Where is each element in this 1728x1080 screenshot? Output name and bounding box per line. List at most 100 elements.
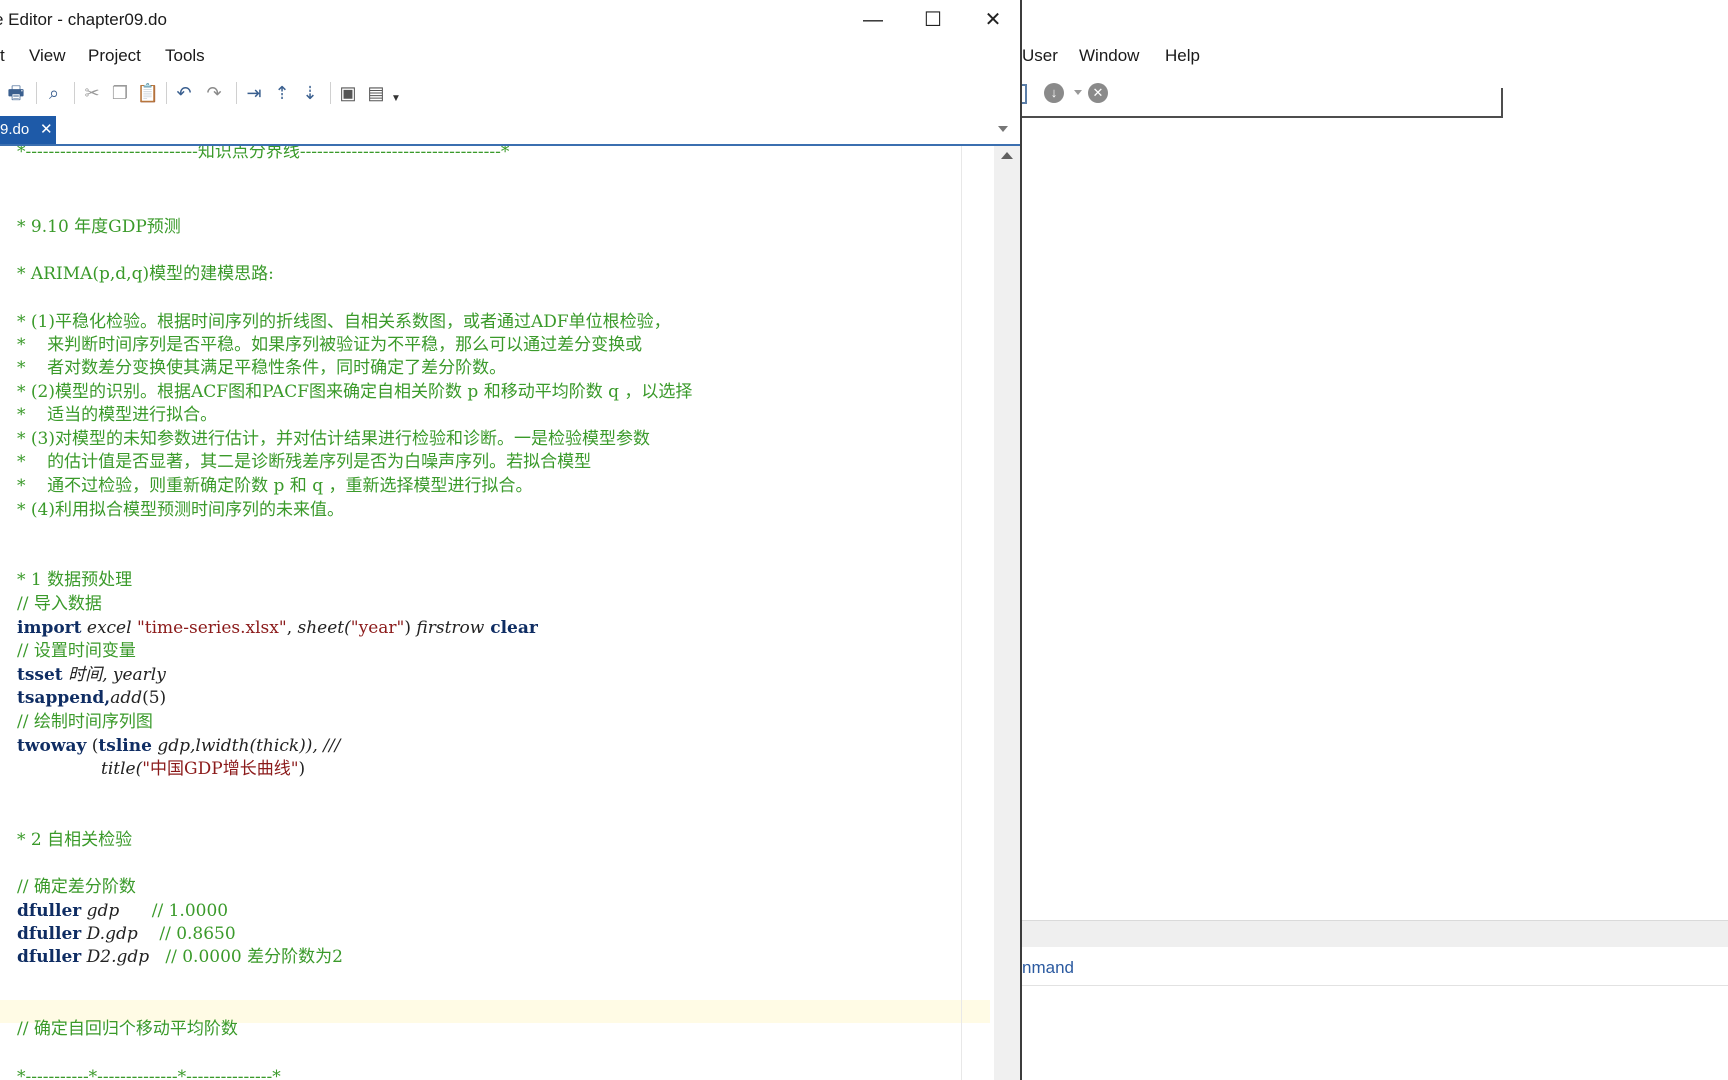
toolbar-edge (1022, 84, 1027, 104)
separator (74, 82, 75, 104)
keyword: twoway (17, 736, 87, 756)
token: add (110, 688, 143, 708)
separator (236, 82, 237, 104)
tab-bar: 9.do ✕ (0, 116, 1020, 146)
separator (36, 82, 37, 104)
code-line: * 9.10 年度GDP预测 (17, 217, 181, 237)
separator (330, 82, 331, 104)
keyword: clear (484, 618, 538, 638)
close-button[interactable]: ✕ (978, 6, 1008, 34)
comment: // 0.0000 差分阶数为2 (165, 947, 343, 967)
tab-chapter09[interactable]: 9.do ✕ (0, 116, 56, 144)
menu-view[interactable]: View (29, 46, 66, 66)
string-literal: "time-series.xlsx" (136, 618, 287, 638)
token: gdp,lwidth(thick)), /// (151, 736, 341, 756)
comment: // 1.0000 (151, 901, 229, 921)
keyword: import (17, 618, 82, 638)
code-line: * 者对数差分变换使其满足平稳性条件，同时确定了差分阶数。 (17, 358, 507, 378)
window-title: e Editor - chapter09.do (0, 10, 167, 29)
code-editor[interactable]: *------------------------------知识点分界线---… (0, 146, 990, 1080)
stata-main-window: User Window Help ↓ ✕ nmand (1022, 0, 1728, 1080)
code-line: // 确定差分阶数 (17, 877, 136, 897)
maximize-button[interactable]: ☐ (918, 6, 948, 34)
minimize-button[interactable]: — (858, 6, 888, 34)
scroll-up-icon[interactable] (1001, 152, 1013, 159)
do-file-editor-window: e Editor - chapter09.do — ☐ ✕ t View Pro… (0, 0, 1022, 1080)
paste-icon[interactable]: 📋 (136, 81, 160, 105)
move-down-icon[interactable]: ⇣ (298, 81, 322, 105)
menu-window[interactable]: Window (1079, 46, 1139, 66)
token: D2.gdp (81, 947, 166, 967)
code-line: // 确定自回归个移动平均阶数 (17, 1019, 238, 1039)
token: sheet( (297, 618, 351, 638)
code-line-dfuller: dfuller gdp // 1.0000 (17, 900, 228, 923)
code-line-dfuller: dfuller D2.gdp // 0.0000 差分阶数为2 (17, 946, 343, 969)
code-line: // 导入数据 (17, 594, 102, 614)
token: ( (86, 736, 99, 756)
string-literal: "year" (350, 618, 405, 638)
code-line: *-----------*--------------*------------… (17, 1067, 281, 1080)
keyword: tsappend, (17, 688, 111, 708)
menu-help[interactable]: Help (1165, 46, 1200, 66)
code-line-tsset: tsset 时间, yearly (17, 664, 166, 687)
preview-icon[interactable]: ▣ (336, 81, 360, 105)
cut-icon[interactable]: ✂ (80, 81, 104, 105)
separator (166, 82, 167, 104)
code-line: // 绘制时间序列图 (17, 712, 153, 732)
menu-project[interactable]: Project (88, 46, 141, 66)
divider (1022, 116, 1502, 118)
code-line: *------------------------------知识点分界线---… (17, 146, 510, 162)
results-panel-bar (1022, 920, 1728, 947)
code-line-twoway: twoway (tsline gdp,lwidth(thick)), /// (17, 735, 340, 758)
copy-icon[interactable]: ❐ (108, 81, 132, 105)
shift-right-icon[interactable]: ⇥ (242, 81, 266, 105)
keyword: tsline (98, 736, 152, 756)
code-line: * (3)对模型的未知参数进行估计，并对估计结果进行检验和诊断。一是检验模型参数 (17, 429, 650, 449)
vertical-scrollbar[interactable] (994, 146, 1020, 1080)
code-line: * 通不过检验，则重新确定阶数 p 和 q ，重新选择模型进行拟合。 (17, 476, 533, 496)
command-label: nmand (1022, 958, 1074, 977)
code-line: * (2)模型的识别。根据ACF图和PACF图来确定自相关阶数 p 和移动平均阶… (17, 382, 693, 402)
code-line: * 的估计值是否显著，其二是诊断残差序列是否为白噪声序列。若拟合模型 (17, 452, 592, 472)
token: (5) (142, 688, 167, 708)
chevron-down-icon[interactable] (1074, 90, 1082, 95)
code-line: * (4)利用拟合模型预测时间序列的未来值。 (17, 500, 344, 520)
print-icon[interactable]: 🖶 (4, 81, 28, 105)
token: firstrow (416, 618, 485, 638)
comment: // 0.8650 (159, 924, 236, 944)
keyword: dfuller (17, 901, 82, 921)
menu-tools[interactable]: Tools (165, 46, 205, 66)
menu-user[interactable]: User (1022, 46, 1058, 66)
editor-toolbar: 🖶 ⌕ ✂ ❐ 📋 ↶ ↷ ⇥ ⇡ ⇣ ▣ ▤ ▼ (0, 78, 1020, 110)
token: title( (101, 759, 143, 779)
token: ) (404, 618, 417, 638)
title-bar[interactable]: e Editor - chapter09.do — ☐ ✕ (0, 0, 1020, 40)
chevron-down-icon[interactable]: ▼ (384, 87, 408, 111)
code-line: * 来判断时间序列是否平稳。如果序列被验证为不平稳，那么可以通过差分变换或 (17, 335, 643, 355)
token: D.gdp (81, 924, 160, 944)
editor-menubar: t View Project Tools (0, 46, 1020, 70)
move-up-icon[interactable]: ⇡ (270, 81, 294, 105)
code-line-dfuller: dfuller D.gdp // 0.8650 (17, 923, 236, 946)
divider (1501, 88, 1503, 118)
token: excel (81, 618, 137, 638)
code-line: * ARIMA(p,d,q)模型的建模思路: (17, 264, 274, 284)
edge-guide (961, 146, 962, 1080)
token: 时间, yearly (62, 665, 166, 685)
divider (1022, 985, 1728, 986)
menu-edit[interactable]: t (0, 46, 5, 66)
close-circle-icon[interactable]: ✕ (1088, 83, 1108, 103)
code-line-title: title("中国GDP增长曲线") (101, 758, 305, 781)
code-line-import: import excel "time-series.xlsx", sheet("… (17, 617, 538, 640)
string-literal: "中国GDP增长曲线" (142, 759, 299, 779)
keyword: dfuller (17, 924, 82, 944)
find-icon[interactable]: ⌕ (42, 81, 66, 105)
down-arrow-icon[interactable]: ↓ (1044, 83, 1064, 103)
keyword: tsset (17, 665, 63, 685)
keyword: dfuller (17, 947, 82, 967)
tab-close-icon[interactable]: ✕ (40, 116, 53, 144)
code-line: * (1)平稳化检验。根据时间序列的折线图、自相关系数图，或者通过ADF单位根检… (17, 312, 671, 332)
redo-icon[interactable]: ↷ (202, 81, 226, 105)
undo-icon[interactable]: ↶ (172, 81, 196, 105)
tab-list-dropdown[interactable] (998, 126, 1008, 132)
